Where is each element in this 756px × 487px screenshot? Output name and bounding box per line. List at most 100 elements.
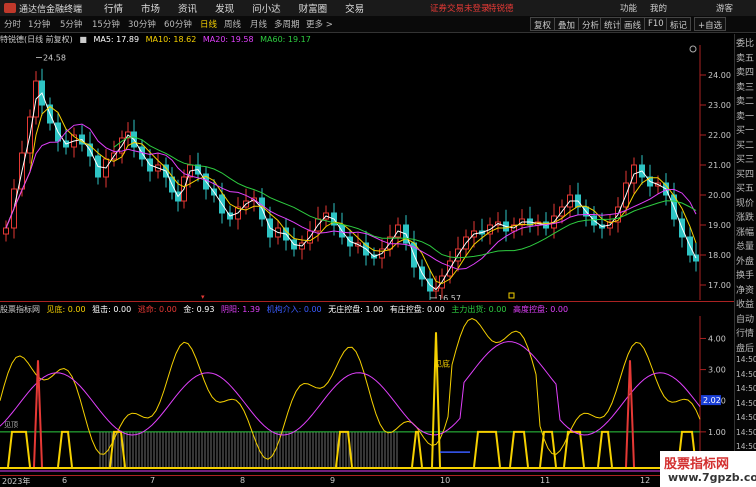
app-title: 通达信金融终端: [19, 4, 83, 15]
right-panel-item[interactable]: 买一: [736, 123, 754, 136]
right-panel-item[interactable]: 卖四: [736, 65, 754, 78]
tab-multi-period[interactable]: 多周期: [274, 18, 300, 30]
add-watchlist-button[interactable]: +自选: [694, 17, 727, 31]
draw-button[interactable]: 画线: [620, 17, 646, 31]
tab-1min[interactable]: 1分钟: [28, 18, 50, 30]
price-tick-label: 20.00: [708, 191, 731, 200]
right-panel-item[interactable]: 委比: [736, 36, 754, 49]
indicator-chart[interactable]: 4.003.002.001.002.02见底见顶: [0, 316, 734, 475]
low-marker-label: 16.57: [438, 294, 461, 300]
tab-5min[interactable]: 5分钟: [60, 18, 82, 30]
adjust-button[interactable]: 复权: [530, 17, 556, 31]
login-warning[interactable]: 证券交易未登录: [430, 2, 490, 14]
right-panel-item[interactable]: 卖一: [736, 109, 754, 122]
legend-escape: 逃命: 0.00: [137, 305, 177, 314]
title-bar: 通达信金融终端 行情 市场 资讯 发现 问小达 财富圈 交易 证券交易未登录 特…: [0, 0, 756, 16]
right-panel-item[interactable]: 卖三: [736, 80, 754, 93]
right-panel-item[interactable]: 14:50: [736, 399, 756, 408]
legend-snipe: 狙击: 0.00: [92, 305, 132, 314]
menu-wealth[interactable]: 财富圈: [299, 1, 328, 15]
right-panel-item[interactable]: 买五: [736, 181, 754, 194]
legend-institution: 机构介入: 0.00: [266, 305, 322, 314]
function-button[interactable]: 功能: [620, 2, 637, 14]
ma5-line: [5, 92, 697, 291]
right-panel-item[interactable]: 自动: [736, 312, 754, 325]
price-tick-label: 21.00: [708, 161, 731, 170]
tab-weekly[interactable]: 周线: [224, 18, 241, 30]
ma5-label: MA5: 17.89: [93, 35, 140, 44]
overlay-button[interactable]: 叠加: [554, 17, 580, 31]
right-panel-item[interactable]: 换手: [736, 268, 754, 281]
right-panel-item[interactable]: 14:50: [736, 413, 756, 422]
candle-body: [3, 227, 9, 235]
right-panel-item[interactable]: 盘后: [736, 341, 754, 354]
indicator-tick-label: 1.00: [708, 428, 726, 437]
menu-market[interactable]: 市场: [141, 1, 160, 15]
menu-discover[interactable]: 发现: [215, 1, 234, 15]
main-legend: 特锐德(日线 前复权) ■ MA5: 17.89 MA10: 18.62 MA2…: [0, 34, 315, 45]
tab-15min[interactable]: 15分钟: [92, 18, 120, 30]
indicator-value: 2.02: [703, 396, 721, 405]
legend-yinyang: 阴阳: 1.39: [220, 305, 261, 314]
right-panel-item[interactable]: 买三: [736, 152, 754, 165]
menu-news[interactable]: 资讯: [178, 1, 197, 15]
right-panel-item[interactable]: 现价: [736, 196, 754, 209]
legend-high-control: 高度控盘: 0.00: [513, 305, 569, 314]
mine-button[interactable]: 我的: [650, 2, 667, 14]
chart-settings-icon: [689, 45, 697, 53]
right-panel-item[interactable]: 涨幅: [736, 225, 754, 238]
tab-more[interactable]: 更多 >: [306, 18, 333, 30]
right-panel-item[interactable]: 行情: [736, 326, 754, 339]
legend-main-sell: 主力出货: 0.00: [451, 305, 507, 314]
x-axis-label: 12: [640, 476, 651, 485]
right-panel-item[interactable]: 总量: [736, 239, 754, 252]
legend-gold: 金: 0.93: [183, 305, 215, 314]
right-panel-item[interactable]: 收益: [736, 297, 754, 310]
price-tick-label: 18.00: [708, 251, 731, 260]
control-trapezoid: [7, 430, 31, 468]
menu-trade[interactable]: 交易: [345, 1, 364, 15]
menu-ask[interactable]: 问小达: [252, 1, 281, 15]
right-panel-item[interactable]: 卖五: [736, 51, 754, 64]
escape-spike: [33, 360, 43, 468]
x-axis-label: 8: [240, 476, 246, 485]
x-axis-label: 10: [440, 476, 451, 485]
candlestick-chart[interactable]: 24.00 23.00 22.00 21.00 20.00 19.00 18.00 17.00…: [0, 45, 734, 300]
menu-quotes[interactable]: 行情: [104, 1, 123, 15]
right-panel-item[interactable]: 14:50: [736, 370, 756, 379]
tab-60min[interactable]: 60分钟: [164, 18, 192, 30]
right-panel-item[interactable]: 14:50: [736, 384, 756, 393]
right-panel-item[interactable]: 14:50: [736, 428, 756, 437]
right-panel-item[interactable]: 外盘: [736, 254, 754, 267]
tab-timeshare[interactable]: 分时: [4, 18, 21, 30]
x-axis: 2023年 6 7 8 9 10 11 12: [0, 475, 756, 487]
price-tick-label: 22.00: [708, 131, 731, 140]
ma20-label: MA20: 19.58: [202, 35, 254, 44]
stock-period-label: 特锐德(日线 前复权): [0, 35, 73, 44]
right-panel-item[interactable]: 净资: [736, 283, 754, 296]
f10-button[interactable]: F10: [644, 17, 668, 31]
guest-button[interactable]: 游客: [716, 2, 733, 14]
right-panel-item[interactable]: 买四: [736, 167, 754, 180]
ma20-line: [5, 123, 697, 270]
right-panel-item[interactable]: 买二: [736, 138, 754, 151]
info-marker-icon: [508, 292, 515, 299]
tab-30min[interactable]: 30分钟: [128, 18, 156, 30]
right-panel-item[interactable]: 14:50: [736, 355, 756, 364]
legend-has-control: 有庄控盘: 0.00: [389, 305, 445, 314]
indicator-tick-label: 4.00: [708, 334, 726, 343]
indicator-name: 股票指标网: [0, 305, 40, 314]
right-info-panel: 委比卖五 卖四卖三 卖二卖一 买一买二 买三买四 买五现价 涨跌涨幅 总量外盘 换手净资 收益自动…: [734, 34, 756, 475]
mark-button[interactable]: 标记: [666, 17, 692, 31]
right-panel-item[interactable]: 涨跌: [736, 210, 754, 223]
tab-monthly[interactable]: 月线: [250, 18, 267, 30]
control-trapezoid: [473, 430, 501, 468]
x-axis-label: 11: [540, 476, 551, 485]
right-panel-item[interactable]: 卖二: [736, 94, 754, 107]
right-panel-item[interactable]: 14:50: [736, 442, 756, 451]
x-axis-label: 7: [150, 476, 156, 485]
tab-daily[interactable]: 日线: [200, 18, 217, 30]
control-trapezoid: [335, 430, 353, 468]
app-logo-icon: [4, 3, 16, 13]
bottom-spike: [431, 332, 441, 468]
